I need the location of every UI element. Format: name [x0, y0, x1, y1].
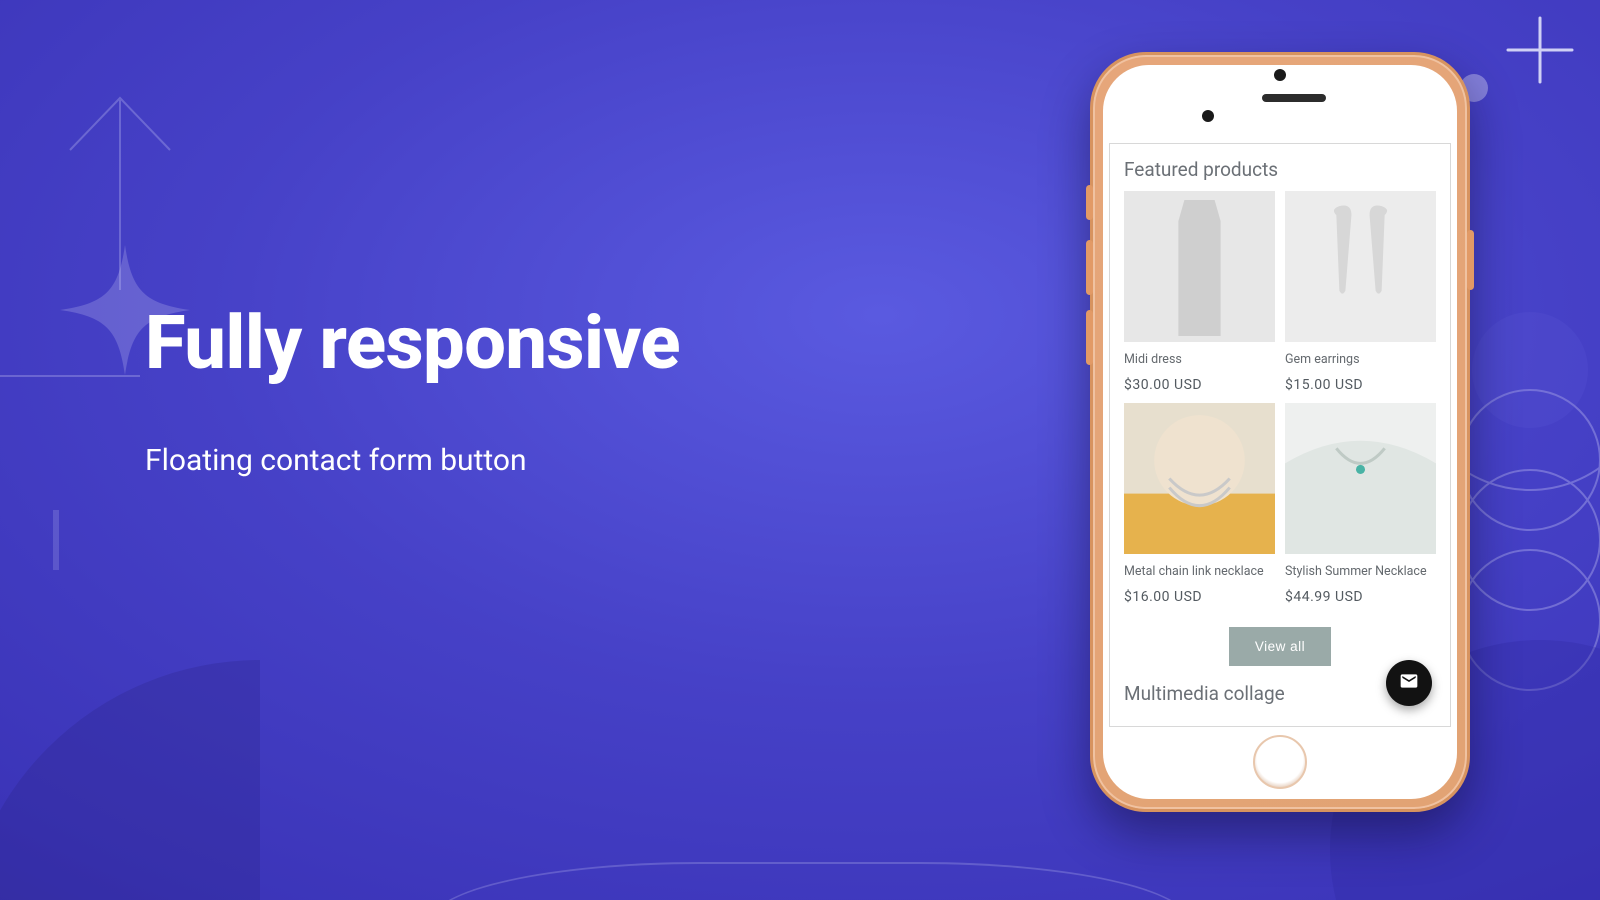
hero-copy: Fully responsive Floating contact form b… — [145, 305, 905, 478]
section-heading: Featured products — [1124, 158, 1436, 181]
product-card[interactable]: Stylish Summer Necklace $44.99 USD — [1285, 403, 1436, 605]
proximity-sensor-icon — [1274, 69, 1286, 81]
product-price: $16.00 USD — [1124, 589, 1275, 605]
camera-icon — [1202, 110, 1214, 122]
product-price: $30.00 USD — [1124, 377, 1275, 393]
decor-arrow-up — [60, 90, 180, 290]
phone-mockup: Featured products Midi dress $30.00 USD — [1090, 52, 1470, 812]
decor-arc — [430, 862, 1190, 900]
decor-quarter — [0, 660, 260, 900]
envelope-icon — [1399, 671, 1419, 695]
home-button[interactable] — [1253, 735, 1307, 789]
phone-side-button — [1086, 240, 1093, 295]
product-image — [1285, 403, 1436, 554]
product-name: Midi dress — [1124, 352, 1275, 367]
product-price: $15.00 USD — [1285, 377, 1436, 393]
phone-screen[interactable]: Featured products Midi dress $30.00 USD — [1109, 143, 1451, 727]
promo-slide: Fully responsive Floating contact form b… — [0, 0, 1600, 900]
product-image — [1124, 191, 1275, 342]
product-image — [1285, 191, 1436, 342]
product-grid: Midi dress $30.00 USD Gem earrings $15.0… — [1110, 191, 1450, 605]
hero-title: Fully responsive — [145, 305, 905, 383]
contact-fab[interactable] — [1386, 660, 1432, 706]
hero-subtitle: Floating contact form button — [145, 443, 905, 478]
product-name: Gem earrings — [1285, 352, 1436, 367]
view-all-button[interactable]: View all — [1229, 627, 1331, 666]
decor-plus-icon — [1500, 10, 1580, 90]
decor-line — [53, 510, 59, 890]
product-image — [1124, 403, 1275, 554]
phone-side-button — [1086, 310, 1093, 365]
speaker-icon — [1262, 94, 1326, 102]
phone-side-button — [1467, 230, 1474, 290]
product-card[interactable]: Metal chain link necklace $16.00 USD — [1124, 403, 1275, 605]
product-card[interactable]: Midi dress $30.00 USD — [1124, 191, 1275, 393]
phone-side-button — [1086, 185, 1093, 220]
product-name: Metal chain link necklace — [1124, 564, 1275, 579]
product-card[interactable]: Gem earrings $15.00 USD — [1285, 191, 1436, 393]
phone-notch — [1103, 83, 1457, 113]
product-price: $44.99 USD — [1285, 589, 1436, 605]
decor-line — [0, 375, 140, 379]
product-name: Stylish Summer Necklace — [1285, 564, 1436, 579]
